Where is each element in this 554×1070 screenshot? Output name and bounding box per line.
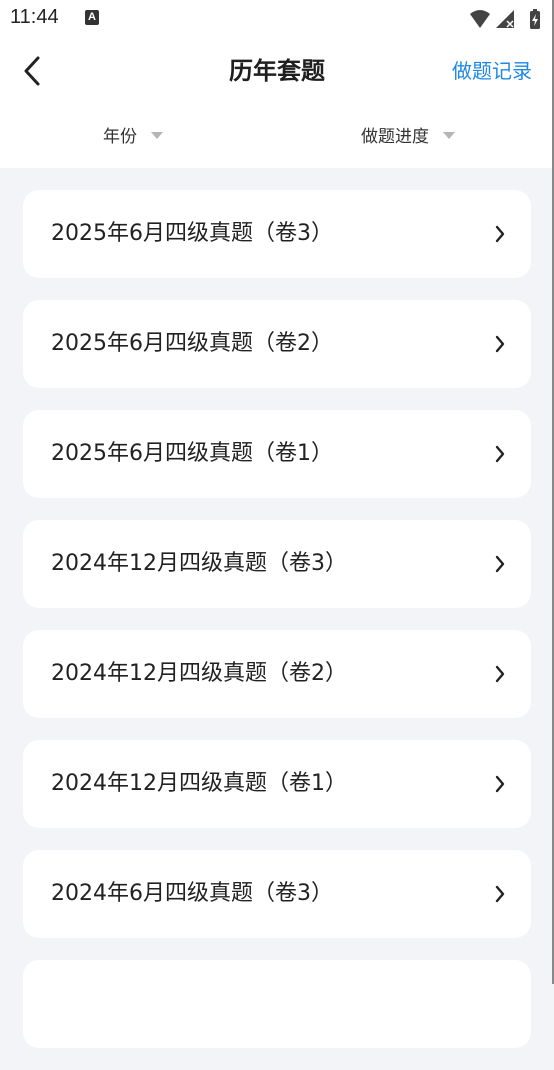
app-header: 历年套题 做题记录 年份 做题进度 [0, 36, 554, 168]
exam-paper-item[interactable]: 2025年6月四级真题（卷2） [23, 300, 531, 388]
exam-paper-item[interactable]: 2025年6月四级真题（卷1） [23, 410, 531, 498]
exam-paper-title: 2024年6月四级真题（卷3） [51, 881, 333, 906]
notification-a-icon: A [85, 10, 99, 25]
practice-record-button[interactable]: 做题记录 [452, 57, 532, 85]
caret-down-icon [443, 131, 455, 139]
status-bar: 11:44 A [0, 0, 554, 36]
exam-paper-title: 2025年6月四级真题（卷1） [51, 441, 333, 466]
exam-paper-title: 2024年12月四级真题（卷1） [51, 771, 347, 796]
wifi-icon [470, 10, 490, 28]
caret-down-icon [151, 131, 163, 139]
exam-paper-list: 2025年6月四级真题（卷3） 2025年6月四级真题（卷2） 2025年6月四… [23, 190, 531, 1070]
exam-paper-title: 2025年6月四级真题（卷2） [51, 331, 333, 356]
exam-paper-item[interactable]: 2024年12月四级真题（卷2） [23, 630, 531, 718]
chevron-right-icon [495, 665, 505, 683]
year-filter-label: 年份 [103, 127, 137, 147]
exam-paper-title: 2024年12月四级真题（卷3） [51, 551, 347, 576]
exam-paper-item[interactable]: 2024年12月四级真题（卷1） [23, 740, 531, 828]
status-time: 11:44 [10, 6, 59, 28]
exam-paper-item[interactable]: 2024年12月四级真题（卷3） [23, 520, 531, 608]
exam-paper-title: 2025年6月四级真题（卷3） [51, 221, 333, 246]
exam-paper-item-partial[interactable] [23, 960, 531, 1048]
progress-filter-label: 做题进度 [361, 127, 429, 147]
exam-paper-item[interactable]: 2024年6月四级真题（卷3） [23, 850, 531, 938]
exam-paper-item[interactable]: 2025年6月四级真题（卷3） [23, 190, 531, 278]
progress-filter-dropdown[interactable]: 做题进度 [361, 124, 455, 150]
chevron-right-icon [495, 445, 505, 463]
chevron-right-icon [495, 555, 505, 573]
status-icons [470, 9, 540, 29]
year-filter-dropdown[interactable]: 年份 [103, 124, 163, 150]
exam-paper-title: 2024年12月四级真题（卷2） [51, 661, 347, 686]
chevron-right-icon [495, 885, 505, 903]
chevron-right-icon [495, 335, 505, 353]
chevron-right-icon [495, 225, 505, 243]
chevron-right-icon [495, 775, 505, 793]
